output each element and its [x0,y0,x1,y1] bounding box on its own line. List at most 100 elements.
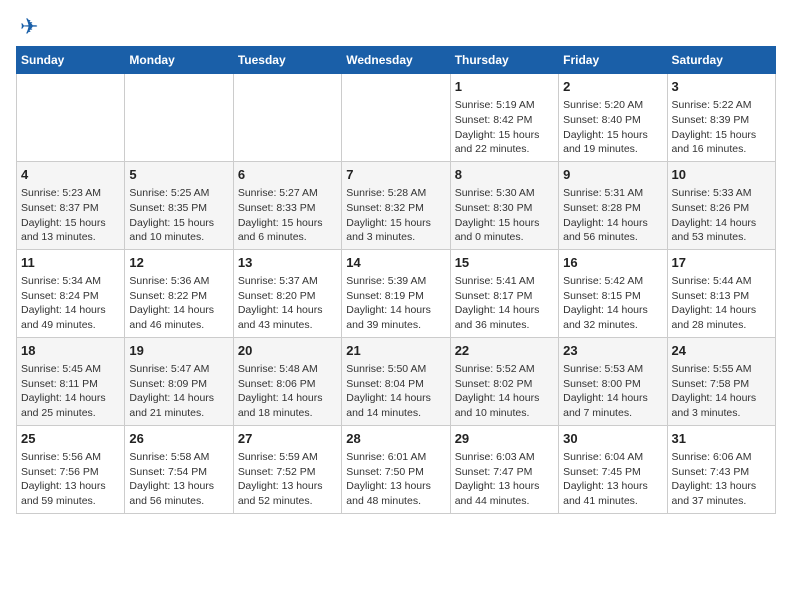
day-detail: and 56 minutes. [129,495,204,507]
day-detail: Sunrise: 6:04 AM [563,451,643,463]
day-number: 30 [563,430,662,448]
day-detail: Sunset: 8:40 PM [563,114,641,126]
day-detail: Daylight: 13 hours [563,480,648,492]
day-number: 29 [455,430,554,448]
calendar-week-row: 11Sunrise: 5:34 AMSunset: 8:24 PMDayligh… [17,249,776,337]
day-detail: Sunrise: 5:56 AM [21,451,101,463]
calendar-week-row: 18Sunrise: 5:45 AMSunset: 8:11 PMDayligh… [17,337,776,425]
day-detail: Sunrise: 5:47 AM [129,363,209,375]
day-number: 20 [238,342,337,360]
calendar-cell [233,74,341,162]
calendar-cell: 18Sunrise: 5:45 AMSunset: 8:11 PMDayligh… [17,337,125,425]
day-detail: Sunset: 8:22 PM [129,290,207,302]
day-detail: Sunrise: 5:23 AM [21,187,101,199]
calendar-cell: 28 Sunrise: 6:01 AM Sunset: 7:50 PM Dayligh… [342,425,450,513]
header: ✈ [16,16,776,38]
day-detail: and 25 minutes. [21,407,96,419]
day-detail: Daylight: 14 hours [563,304,648,316]
day-number: 28 [346,430,445,448]
day-detail: Sunrise: 6:03 AM [455,451,535,463]
day-detail: Sunrise: 5:19 AM [455,99,535,111]
day-detail: Sunset: 7:50 PM [346,466,424,478]
day-detail: Sunrise: 5:27 AM [238,187,318,199]
weekday-header-saturday: Saturday [667,47,775,74]
day-detail: Sunrise: 5:50 AM [346,363,426,375]
logo: ✈ [16,16,38,38]
day-detail: and 48 minutes. [346,495,421,507]
day-detail: Sunrise: 5:30 AM [455,187,535,199]
day-detail: Sunset: 7:45 PM [563,466,641,478]
day-detail: and 3 minutes. [346,231,415,243]
day-detail: Daylight: 14 hours [238,304,323,316]
day-detail: Sunset: 8:39 PM [672,114,750,126]
day-detail: Sunset: 8:26 PM [672,202,750,214]
day-detail: Daylight: 15 hours [455,217,540,229]
day-detail: Daylight: 13 hours [346,480,431,492]
logo-bird-icon: ✈ [20,16,38,38]
day-detail: Daylight: 14 hours [238,392,323,404]
day-detail: Sunrise: 6:06 AM [672,451,752,463]
day-detail: Sunrise: 6:01 AM [346,451,426,463]
weekday-header-sunday: Sunday [17,47,125,74]
day-detail: and 32 minutes. [563,319,638,331]
calendar-cell: 30 Sunrise: 6:04 AM Sunset: 7:45 PM Dayligh… [559,425,667,513]
calendar-cell [342,74,450,162]
day-number: 8 [455,166,554,184]
day-number: 14 [346,254,445,272]
day-detail: and 53 minutes. [672,231,747,243]
day-detail: and 16 minutes. [672,143,747,155]
day-detail: Sunrise: 5:55 AM [672,363,752,375]
day-detail: Daylight: 15 hours [455,129,540,141]
day-detail: Daylight: 13 hours [455,480,540,492]
calendar-cell: 24Sunrise: 5:55 AMSunset: 7:58 PMDayligh… [667,337,775,425]
day-detail: Daylight: 15 hours [672,129,757,141]
day-detail: Sunset: 7:58 PM [672,378,750,390]
day-detail: and 44 minutes. [455,495,530,507]
calendar-cell: 15Sunrise: 5:41 AMSunset: 8:17 PMDayligh… [450,249,558,337]
weekday-header-monday: Monday [125,47,233,74]
day-detail: Daylight: 15 hours [238,217,323,229]
day-detail: and 59 minutes. [21,495,96,507]
calendar-cell: 14Sunrise: 5:39 AMSunset: 8:19 PMDayligh… [342,249,450,337]
day-number: 24 [672,342,771,360]
day-detail: and 13 minutes. [21,231,96,243]
day-number: 19 [129,342,228,360]
day-detail: Sunset: 8:09 PM [129,378,207,390]
day-detail: Sunrise: 5:20 AM [563,99,643,111]
day-number: 3 [672,78,771,96]
calendar-cell: 11Sunrise: 5:34 AMSunset: 8:24 PMDayligh… [17,249,125,337]
day-detail: Sunset: 7:52 PM [238,466,316,478]
day-detail: and 37 minutes. [672,495,747,507]
weekday-header-wednesday: Wednesday [342,47,450,74]
day-detail: Daylight: 14 hours [129,304,214,316]
day-detail: and 49 minutes. [21,319,96,331]
day-detail: Sunset: 8:17 PM [455,290,533,302]
calendar-cell: 9Sunrise: 5:31 AMSunset: 8:28 PMDaylight… [559,161,667,249]
day-detail: and 28 minutes. [672,319,747,331]
day-detail: Daylight: 15 hours [21,217,106,229]
day-detail: and 19 minutes. [563,143,638,155]
day-detail: and 0 minutes. [455,231,524,243]
day-number: 15 [455,254,554,272]
calendar-cell: 10Sunrise: 5:33 AMSunset: 8:26 PMDayligh… [667,161,775,249]
calendar-cell: 16Sunrise: 5:42 AMSunset: 8:15 PMDayligh… [559,249,667,337]
day-detail: Sunset: 8:42 PM [455,114,533,126]
calendar-week-row: 1Sunrise: 5:19 AMSunset: 8:42 PMDaylight… [17,74,776,162]
calendar-cell: 13Sunrise: 5:37 AMSunset: 8:20 PMDayligh… [233,249,341,337]
day-detail: and 56 minutes. [563,231,638,243]
day-detail: Sunrise: 5:39 AM [346,275,426,287]
day-number: 27 [238,430,337,448]
calendar-cell: 25Sunrise: 5:56 AMSunset: 7:56 PMDayligh… [17,425,125,513]
day-detail: Daylight: 14 hours [346,392,431,404]
calendar-cell: 7Sunrise: 5:28 AMSunset: 8:32 PMDaylight… [342,161,450,249]
day-detail: and 6 minutes. [238,231,307,243]
day-number: 31 [672,430,771,448]
day-detail: Sunset: 8:02 PM [455,378,533,390]
day-detail: and 10 minutes. [129,231,204,243]
day-detail: Daylight: 15 hours [563,129,648,141]
day-number: 5 [129,166,228,184]
day-detail: Sunset: 8:33 PM [238,202,316,214]
calendar-cell: 4Sunrise: 5:23 AMSunset: 8:37 PMDaylight… [17,161,125,249]
day-detail: Daylight: 14 hours [455,304,540,316]
day-detail: Sunset: 8:00 PM [563,378,641,390]
